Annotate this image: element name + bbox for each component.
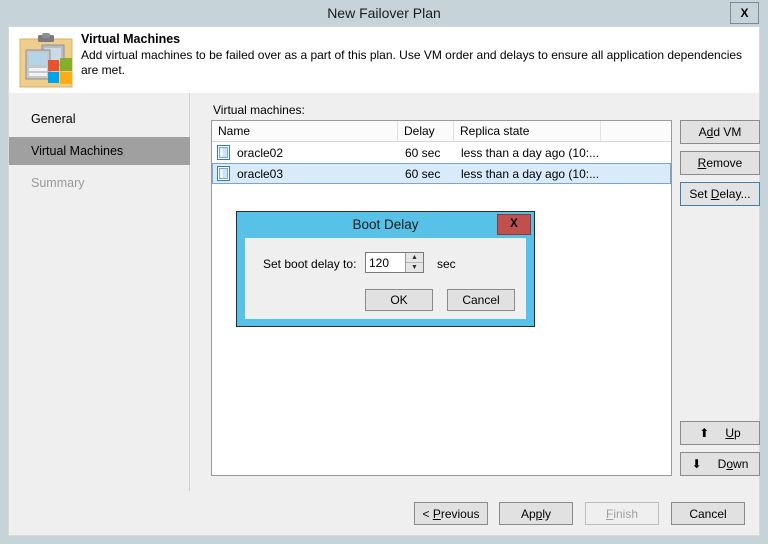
boot-delay-unit: sec (437, 257, 456, 271)
arrow-up-icon: ⬆ (699, 427, 709, 439)
boot-delay-stepper[interactable]: ▲ ▼ (365, 252, 424, 273)
remove-label: Remove (698, 156, 743, 170)
clipboard-vm-icon (18, 33, 74, 89)
column-header-delay[interactable]: Delay (398, 121, 454, 141)
boot-delay-body: Set boot delay to: ▲ ▼ sec OK Cancel (245, 238, 526, 319)
column-header-blank[interactable] (601, 121, 671, 141)
vm-name-text: oracle02 (237, 146, 283, 160)
previous-button[interactable]: < Previous (414, 502, 488, 525)
add-vm-label: Add VM (699, 125, 742, 139)
boot-delay-close-button[interactable]: X (497, 214, 531, 235)
move-down-button[interactable]: ⬇ Down (680, 452, 760, 476)
vm-name-text: oracle03 (237, 167, 283, 181)
add-vm-button[interactable]: Add VM (680, 120, 760, 144)
vm-icon (217, 166, 230, 181)
table-row[interactable]: oracle02 60 sec less than a day ago (10:… (212, 142, 671, 163)
page-description: Add virtual machines to be failed over a… (81, 48, 751, 78)
remove-button[interactable]: Remove (680, 151, 760, 175)
column-header-name[interactable]: Name (212, 121, 398, 141)
page-title: Virtual Machines (81, 32, 751, 46)
set-delay-button[interactable]: Set Delay... (680, 182, 760, 206)
wizard-header-texts: Virtual Machines Add virtual machines to… (81, 32, 751, 78)
cancel-button[interactable]: Cancel (671, 502, 745, 525)
wizard-sidebar: General Virtual Machines Summary (9, 93, 190, 491)
sidebar-item-summary[interactable]: Summary (9, 169, 190, 197)
boot-delay-title: Boot Delay (237, 212, 534, 238)
apply-button[interactable]: Apply (499, 502, 573, 525)
move-down-label: Down (718, 457, 749, 471)
finish-label: Finish (606, 507, 638, 521)
vm-replica-state-cell: less than a day ago (10:... (455, 167, 602, 181)
apply-label: Apply (521, 507, 551, 521)
new-failover-plan-window: New Failover Plan X Virtual Machin (0, 0, 768, 544)
vm-list-header: Name Delay Replica state (212, 121, 671, 142)
chevron-up-icon[interactable]: ▲ (406, 253, 423, 263)
vm-name-cell: oracle02 (213, 145, 399, 160)
wizard-header: Virtual Machines Add virtual machines to… (8, 26, 760, 93)
vm-name-cell: oracle03 (213, 166, 399, 181)
boot-delay-spin-buttons: ▲ ▼ (405, 253, 423, 272)
sidebar-item-general[interactable]: General (9, 105, 190, 133)
table-row[interactable]: oracle03 60 sec less than a day ago (10:… (212, 163, 671, 184)
vm-replica-state-cell: less than a day ago (10:... (455, 146, 602, 160)
chevron-down-icon[interactable]: ▼ (406, 263, 423, 272)
arrow-down-icon: ⬇ (692, 458, 702, 470)
vm-delay-cell: 60 sec (399, 146, 455, 160)
boot-delay-input[interactable] (366, 253, 405, 272)
move-up-label: Up (725, 426, 740, 440)
vm-icon (217, 145, 230, 160)
column-header-replica-state[interactable]: Replica state (454, 121, 601, 141)
boot-delay-cancel-button[interactable]: Cancel (447, 289, 515, 311)
boot-delay-label: Set boot delay to: (263, 257, 356, 271)
previous-label: < Previous (422, 507, 479, 521)
window-title: New Failover Plan (0, 0, 768, 26)
vm-list-label: Virtual machines: (213, 103, 305, 117)
window-close-button[interactable]: X (730, 2, 759, 24)
boot-delay-dialog: Boot Delay X Set boot delay to: ▲ ▼ sec … (236, 211, 535, 327)
sidebar-item-virtual-machines[interactable]: Virtual Machines (9, 137, 190, 165)
window-titlebar: New Failover Plan X (0, 0, 768, 26)
move-up-button[interactable]: ⬆ Up (680, 421, 760, 445)
finish-button[interactable]: Finish (585, 502, 659, 525)
boot-delay-ok-button[interactable]: OK (365, 289, 433, 311)
wizard-footer: < Previous Apply Finish Cancel (8, 491, 760, 536)
vm-delay-cell: 60 sec (399, 167, 455, 181)
set-delay-label: Set Delay... (689, 187, 750, 201)
